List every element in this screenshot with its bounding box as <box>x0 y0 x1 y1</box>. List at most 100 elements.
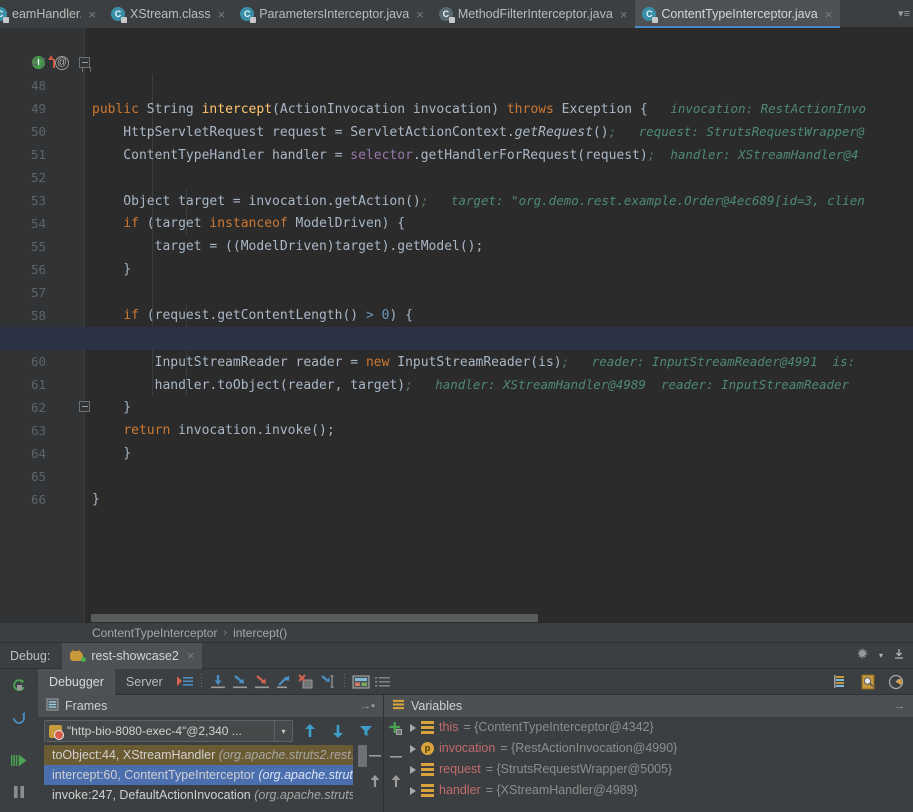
frame-up-icon[interactable] <box>299 720 321 742</box>
variables-list[interactable]: this = {ContentTypeInterceptor@4342} p i… <box>384 717 913 812</box>
editor-tab-4[interactable]: C ContentTypeInterceptor.java × <box>635 0 840 28</box>
close-icon[interactable]: × <box>187 649 195 662</box>
code-line-current[interactable]: 60 handler.toObject(reader, target); han… <box>0 327 913 350</box>
debug-header-actions: ▾ <box>856 647 913 665</box>
frames-icon <box>46 698 59 714</box>
frame-row-selected[interactable]: intercept:60, ContentTypeInterceptor (or… <box>44 765 353 785</box>
scrollbar-thumb[interactable] <box>91 614 538 622</box>
editor-tab-2[interactable]: C ParametersInterceptor.java × <box>233 0 432 28</box>
editor-tab-label: ContentTypeInterceptor.java <box>661 7 817 21</box>
editor-tab-1[interactable]: C XStream.class × <box>104 0 233 28</box>
mute-breakpoints-icon[interactable] <box>372 671 394 693</box>
code-line[interactable]: 65 } <box>0 442 913 465</box>
code-line[interactable]: 66 <box>0 465 913 488</box>
collapse-icon[interactable] <box>369 748 381 766</box>
variable-row[interactable]: handler = {XStreamHandler@4989} <box>384 780 913 801</box>
breadcrumb-method[interactable]: intercept() <box>233 626 287 640</box>
code-line[interactable]: 52 Object target = invocation.getAction(… <box>0 143 913 166</box>
expand-triangle-icon[interactable] <box>410 787 416 795</box>
variables-title-extra[interactable]: → <box>894 700 913 712</box>
chevron-down-icon[interactable]: ▾ <box>274 721 292 741</box>
expand-triangle-icon[interactable] <box>410 745 416 753</box>
code-line[interactable]: 57 if (request.getContentLength() > 0) { <box>0 258 913 281</box>
pause-program-icon[interactable] <box>8 781 30 803</box>
force-step-into-icon[interactable] <box>251 671 273 693</box>
code-line[interactable]: 58 InputStream is = request.getInputStre… <box>0 281 913 304</box>
step-out-icon[interactable] <box>273 671 295 693</box>
code-line[interactable]: 50 ContentTypeHandler handler = selector… <box>0 97 913 120</box>
hide-window-icon[interactable] <box>893 647 905 665</box>
code-editor[interactable]: I @ 47 48 public String intercept(Action… <box>0 28 913 623</box>
evaluate-expression-icon[interactable] <box>350 671 372 693</box>
frames-scrollbar[interactable] <box>358 745 367 812</box>
variable-row[interactable]: request = {StrutsRequestWrapper@5005} <box>384 759 913 780</box>
variables-pane: Variables → <box>383 695 913 812</box>
gear-icon[interactable] <box>856 647 869 665</box>
expand-triangle-icon[interactable] <box>410 724 416 732</box>
thread-selector[interactable]: "http-bio-8080-exec-4"@2,340 ... ▾ <box>44 720 293 742</box>
tab-debugger[interactable]: Debugger <box>38 669 115 695</box>
code-line[interactable]: 48 public String intercept(ActionInvocat… <box>0 51 913 74</box>
variable-row[interactable]: p invocation = {RestActionInvocation@499… <box>384 738 913 759</box>
code-line[interactable]: 49 HttpServletRequest request = ServletA… <box>0 74 913 97</box>
code-lines[interactable]: 47 48 public String intercept(ActionInvo… <box>0 28 913 623</box>
drop-frame-icon[interactable] <box>295 671 317 693</box>
code-line[interactable]: 47 <box>0 28 913 51</box>
frames-title-extra[interactable]: →▪ <box>360 700 383 712</box>
editor-tab-bar: C eamHandler.java × C XStream.class × C … <box>0 0 913 28</box>
editor-tab-0[interactable]: C eamHandler.java × <box>0 0 104 28</box>
parameter-icon: p <box>421 742 434 755</box>
frames-title: Frames <box>65 699 107 713</box>
code-line[interactable]: 64 <box>0 419 913 442</box>
show-execution-point-icon[interactable] <box>174 671 196 693</box>
chevron-down-icon[interactable]: ▾ <box>879 651 883 660</box>
tab-server[interactable]: Server <box>115 669 174 695</box>
debug-tool-window: Debug: rest-showcase2 × ▾ <box>0 643 913 812</box>
close-icon[interactable]: × <box>88 8 96 21</box>
step-over-icon[interactable] <box>207 671 229 693</box>
frame-down-icon[interactable] <box>327 720 349 742</box>
resume-program-icon[interactable] <box>8 749 30 771</box>
inspect-icon[interactable] <box>857 671 879 693</box>
debug-session-tab[interactable]: rest-showcase2 × <box>62 643 202 669</box>
code-line[interactable]: 56 <box>0 235 913 258</box>
expand-triangle-icon[interactable] <box>410 766 416 774</box>
close-icon[interactable]: × <box>218 8 226 21</box>
threads-icon[interactable] <box>829 671 851 693</box>
close-icon[interactable]: × <box>620 8 628 21</box>
rerun-icon[interactable] <box>8 675 30 697</box>
editor-horizontal-scrollbar[interactable] <box>85 612 913 623</box>
scroll-up-icon[interactable] <box>369 774 381 793</box>
code-line[interactable]: 55 } <box>0 212 913 235</box>
variable-value: = {XStreamHandler@4989} <box>486 780 638 801</box>
code-line[interactable]: 51 <box>0 120 913 143</box>
code-line[interactable]: 53 if (target instanceof ModelDriven) { <box>0 166 913 189</box>
code-line[interactable]: 62 return invocation.invoke(); <box>0 373 913 396</box>
frames-list[interactable]: toObject:44, XStreamHandler (org.apache.… <box>44 745 353 812</box>
code-line[interactable]: 61 } <box>0 350 913 373</box>
breadcrumb: ContentTypeInterceptor › intercept() <box>0 623 913 643</box>
step-into-icon[interactable] <box>229 671 251 693</box>
close-icon[interactable]: × <box>825 8 833 21</box>
idea-window: C eamHandler.java × C XStream.class × C … <box>0 0 913 812</box>
frame-package: (org.apache.strut <box>258 768 353 782</box>
variable-row[interactable]: this = {ContentTypeInterceptor@4342} <box>384 717 913 738</box>
variables-title-bar: Variables → <box>384 695 913 717</box>
code-line[interactable]: 59 InputStreamReader reader = new InputS… <box>0 304 913 327</box>
close-icon[interactable]: × <box>416 8 424 21</box>
editor-tab-label: MethodFilterInterceptor.java <box>458 7 613 21</box>
tab-overflow-button[interactable]: ▾≡ <box>895 0 913 27</box>
restart-icon[interactable] <box>8 707 30 729</box>
run-to-cursor-icon[interactable] <box>317 671 339 693</box>
scrollbar-thumb[interactable] <box>358 745 367 767</box>
variable-name: invocation <box>439 738 495 759</box>
frame-row[interactable]: invoke:247, DefaultActionInvocation (org… <box>44 785 353 805</box>
code-line[interactable]: 63 } <box>0 396 913 419</box>
code-line[interactable]: 54 target = ((ModelDriven)target).getMod… <box>0 189 913 212</box>
breadcrumb-class[interactable]: ContentTypeInterceptor <box>92 626 217 640</box>
filter-icon[interactable] <box>355 720 377 742</box>
code-text: } <box>92 488 100 511</box>
editor-tab-3[interactable]: C MethodFilterInterceptor.java × <box>432 0 636 28</box>
frame-row[interactable]: toObject:44, XStreamHandler (org.apache.… <box>44 745 353 765</box>
settings-icon[interactable] <box>885 671 907 693</box>
